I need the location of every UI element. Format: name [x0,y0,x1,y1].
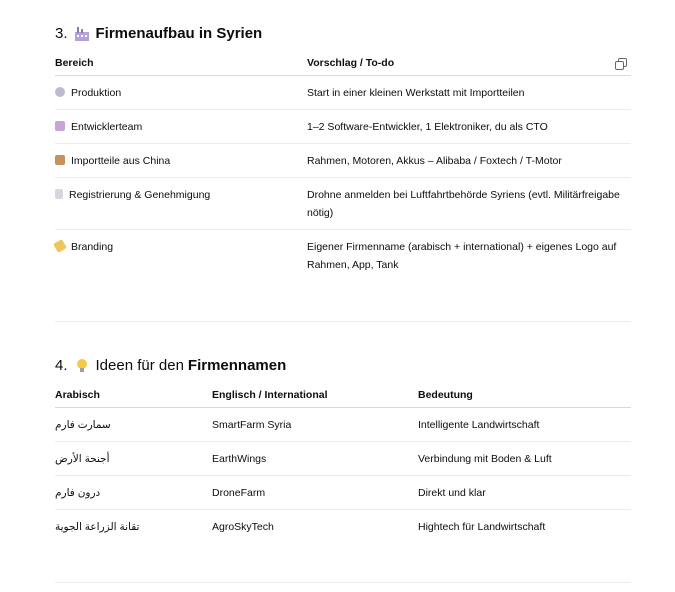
cell-area: Entwicklerteam [71,121,143,133]
column-header: Englisch / International [212,383,418,408]
table-row: درون فارم DroneFarm Direkt und klar [55,475,631,510]
column-header: Bedeutung [418,383,631,408]
technologist-icon [55,121,65,131]
cell-meaning: Direkt und klar [418,475,631,510]
copy-table-icon[interactable] [615,57,627,70]
table-row: Branding Eigener Firmenname (arabisch + … [53,230,631,282]
cell-english: SmartFarm Syria [212,407,418,442]
cell-arabic: أجنحة الأرض [55,453,110,465]
cell-arabic: تقانة الزراعة الجوية [55,521,140,533]
section-number: 4. [55,357,68,374]
table-row: Entwicklerteam 1–2 Software-Entwickler, … [55,109,631,144]
section-title-bold: Firmennamen [187,357,287,374]
table-row: Importteile aus China Rahmen, Motoren, A… [55,143,631,178]
column-header: Vorschlag / To-do [307,51,631,76]
cell-arabic: سمارت فارم [55,419,111,431]
data-table: Bereich Vorschlag / To-do Produktion Sta… [53,51,631,282]
cell-area: Produktion [71,87,122,99]
section-4-heading: 4. Ideen für den Firmennamen [55,356,631,376]
section-firmennamen: 4. Ideen für den Firmennamen [55,356,631,376]
cell-proposal: Rahmen, Motoren, Akkus – Alibaba / Foxte… [307,143,631,178]
column-header: Bereich [55,51,307,76]
cell-proposal: Eigener Firmenname (arabisch + internati… [307,241,617,271]
divider [55,582,631,583]
cell-english: DroneFarm [212,475,418,510]
section-firmenaufbau: 3. Firmenaufbau in Syrien [55,24,631,44]
table-row: Produktion Start in einer kleinen Werkst… [55,75,631,110]
table-row: تقانة الزراعة الجوية AgroSkyTech Hightec… [55,510,631,544]
table-row: سمارت فارم SmartFarm Syria Intelligente … [55,407,631,442]
cell-english: AgroSkyTech [212,521,274,533]
cell-proposal: 1–2 Software-Entwickler, 1 Elektroniker,… [307,109,631,144]
cell-area: Importteile aus China [71,155,171,167]
divider [55,321,631,322]
section-number: 3. [55,25,68,42]
cell-area: Branding [71,241,114,253]
factory-emoji-icon [74,26,90,42]
column-header: Arabisch [55,383,212,408]
package-icon [55,155,65,165]
section-title-prefix: Ideen für den [95,357,184,374]
cell-meaning: Verbindung mit Boden & Luft [418,441,631,476]
cell-proposal: Start in einer kleinen Werkstatt mit Imp… [307,75,631,110]
table-row: أجنحة الأرض EarthWings Verbindung mit Bo… [55,441,631,476]
document-icon [55,189,63,199]
gear-icon [55,87,65,97]
light-bulb-emoji-icon [74,358,90,374]
cell-area: Registrierung & Genehmigung [69,189,211,201]
table-firmennamen: Arabisch Englisch / International Bedeut… [55,383,631,544]
cell-arabic: درون فارم [55,487,101,499]
label-tag-icon [53,239,67,253]
section-3-heading: 3. Firmenaufbau in Syrien [55,24,631,44]
cell-meaning: Intelligente Landwirtschaft [418,407,631,442]
data-table: Arabisch Englisch / International Bedeut… [55,383,631,544]
cell-proposal: Drohne anmelden bei Luftfahrtbehörde Syr… [307,177,631,230]
section-title: Firmenaufbau in Syrien [95,25,263,42]
table-row: Registrierung & Genehmigung Drohne anmel… [55,177,631,230]
cell-english: EarthWings [212,441,418,476]
cell-meaning: Hightech für Landwirtschaft [418,521,546,533]
table-firmenaufbau: Bereich Vorschlag / To-do Produktion Sta… [53,51,631,282]
